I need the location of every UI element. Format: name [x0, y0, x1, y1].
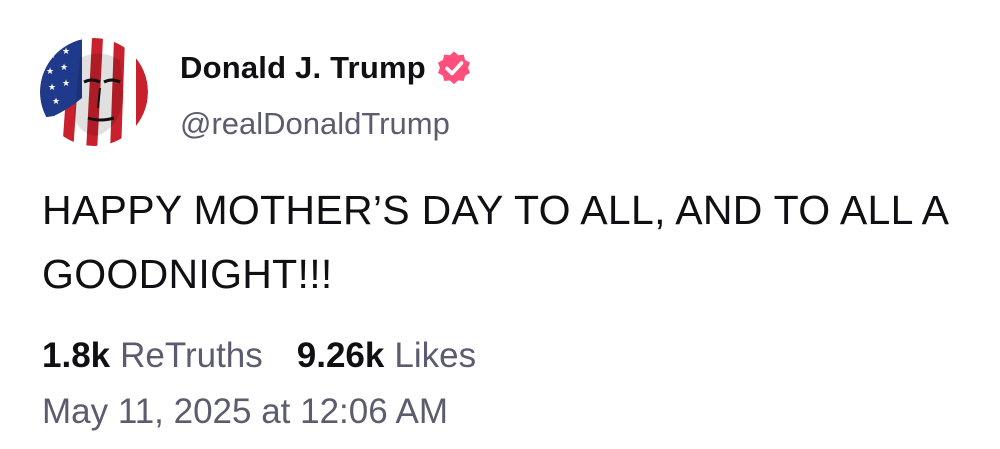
- svg-text:★: ★: [52, 97, 60, 107]
- post-card: ★ ★ ★ ★ ★ ★ ★ Donald J. Trump @realDonal…: [0, 0, 1000, 449]
- verified-badge-icon: [437, 51, 470, 85]
- svg-text:★: ★: [46, 67, 54, 77]
- post-text: HAPPY MOTHER’S DAY TO ALL, AND TO ALL A …: [42, 187, 947, 297]
- author-display-name[interactable]: Donald J. Trump: [180, 50, 426, 86]
- likes-label[interactable]: Likes: [394, 336, 476, 376]
- svg-text:★: ★: [48, 51, 56, 61]
- retruths-label[interactable]: ReTruths: [120, 336, 263, 376]
- likes-count[interactable]: 9.26k: [297, 336, 385, 376]
- post-stats: 1.8k ReTruths 9.26k Likes: [42, 336, 476, 376]
- flag-portrait-avatar-icon: ★ ★ ★ ★ ★ ★ ★: [40, 38, 148, 146]
- svg-text:★: ★: [60, 63, 68, 73]
- author-name-row: Donald J. Trump: [180, 48, 472, 88]
- svg-text:★: ★: [62, 79, 70, 89]
- post-timestamp[interactable]: May 11, 2025 at 12:06 AM: [42, 392, 448, 432]
- svg-text:★: ★: [62, 47, 70, 57]
- avatar[interactable]: ★ ★ ★ ★ ★ ★ ★: [40, 38, 148, 146]
- svg-text:★: ★: [48, 83, 56, 93]
- author-handle[interactable]: @realDonaldTrump: [180, 106, 450, 142]
- retruths-count[interactable]: 1.8k: [42, 336, 110, 376]
